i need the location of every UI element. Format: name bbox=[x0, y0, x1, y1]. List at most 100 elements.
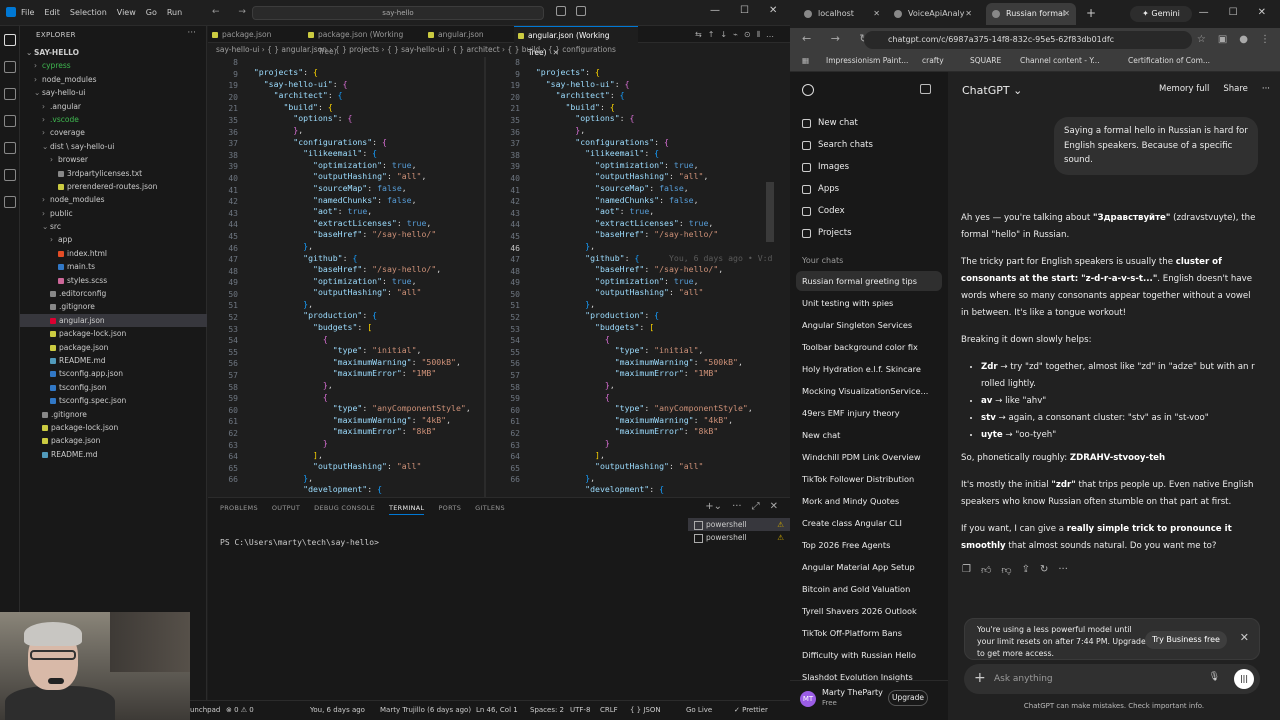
terminal-prompt[interactable]: PS C:\Users\marty\tech\say-hello> bbox=[220, 538, 379, 547]
tree-item[interactable]: index.html bbox=[20, 247, 207, 260]
tree-item[interactable]: tsconfig.spec.json bbox=[20, 394, 207, 407]
maximize-icon[interactable]: ☐ bbox=[1229, 7, 1238, 18]
sidebar-apps[interactable]: Apps bbox=[800, 180, 839, 198]
browser-tab-voiceapi[interactable]: VoiceApiAnaly ✕ bbox=[888, 3, 978, 25]
minimize-icon[interactable]: — bbox=[710, 5, 720, 16]
panel-tab-ports[interactable]: PORTS bbox=[438, 504, 461, 515]
chat-history-item[interactable]: TikTok Off-Platform Bans bbox=[796, 623, 942, 643]
menu-item-run[interactable]: Run bbox=[167, 8, 182, 17]
more-options-icon[interactable]: ··· bbox=[1262, 84, 1270, 94]
menu-icon[interactable]: ⋮ bbox=[1260, 34, 1270, 45]
bookmark-item[interactable]: Channel content - Y... bbox=[1020, 56, 1100, 65]
add-attachment-icon[interactable]: + bbox=[974, 670, 986, 686]
tree-item[interactable]: ⌄ say-hello-ui bbox=[20, 86, 207, 99]
breadcrumb[interactable]: say-hello-ui › { } angular.json › { } pr… bbox=[208, 43, 790, 57]
nav-arrows-icon[interactable]: ← → bbox=[212, 7, 254, 17]
tree-item[interactable]: ⌄ dist \ say-hello-ui bbox=[20, 140, 207, 153]
status-errors[interactable]: ⊗ 0 ⚠ 0 bbox=[226, 706, 254, 714]
chat-history-item[interactable]: Difficulty with Russian Hello bbox=[796, 645, 942, 665]
profile-icon[interactable]: ● bbox=[1239, 34, 1248, 45]
panel-tab-problems[interactable]: PROBLEMS bbox=[220, 504, 258, 515]
chat-history-item[interactable]: Create class Angular CLI bbox=[796, 513, 942, 533]
bookmark-item[interactable]: SQUARE bbox=[970, 56, 1001, 65]
thumbs-up-icon[interactable]: 👍︎ bbox=[981, 564, 991, 576]
status-language[interactable]: { } JSON bbox=[630, 706, 661, 714]
close-icon[interactable]: ✕ bbox=[1258, 7, 1266, 18]
tree-item[interactable]: › node_modules bbox=[20, 193, 207, 206]
tree-item[interactable]: angular.json bbox=[20, 313, 207, 328]
share-icon[interactable]: ⇪ bbox=[1022, 564, 1030, 576]
tree-item[interactable]: package.json bbox=[20, 341, 207, 354]
tree-item[interactable]: package-lock.json bbox=[20, 421, 207, 434]
command-search[interactable]: say-hello bbox=[252, 6, 544, 20]
chat-history-item[interactable]: Top 2026 Free Agents bbox=[796, 535, 942, 555]
new-tab-icon[interactable]: + bbox=[1086, 6, 1096, 20]
status-encoding[interactable]: UTF-8 bbox=[570, 706, 590, 714]
tab-2[interactable]: angular.json bbox=[424, 26, 514, 43]
chat-history-item[interactable]: New chat bbox=[796, 425, 942, 445]
tree-item[interactable]: › browser bbox=[20, 153, 207, 166]
more-icon[interactable]: ··· bbox=[732, 501, 742, 512]
tree-item[interactable]: package.json bbox=[20, 434, 207, 447]
tree-item[interactable]: .gitignore bbox=[20, 300, 207, 313]
copy-icon[interactable]: ❐ bbox=[962, 564, 971, 576]
sidebar-icon[interactable]: ▣ bbox=[1218, 34, 1227, 45]
bookmark-item[interactable]: Impressionism Paint... bbox=[826, 56, 908, 65]
chat-history-item[interactable]: TikTok Follower Distribution bbox=[796, 469, 942, 489]
chat-history-item[interactable]: Russian formal greeting tips bbox=[796, 271, 942, 291]
more-actions-icon[interactable]: ··· bbox=[187, 28, 196, 38]
status-prettier[interactable]: ✓ Prettier bbox=[734, 706, 768, 714]
source-control-icon[interactable] bbox=[3, 88, 16, 100]
tree-item[interactable]: README.md bbox=[20, 448, 207, 461]
voice-mode-icon[interactable]: ||| bbox=[1234, 669, 1254, 689]
menu-item-go[interactable]: Go bbox=[146, 8, 157, 17]
try-business-button[interactable]: Try Business free bbox=[1145, 631, 1227, 649]
explorer-icon[interactable] bbox=[3, 34, 16, 46]
thumbs-down-icon[interactable]: 👎︎ bbox=[1001, 564, 1011, 576]
status-author[interactable]: Marty Trujillo (6 days ago) bbox=[380, 706, 471, 714]
copilot-icon[interactable] bbox=[556, 6, 566, 16]
tree-item[interactable]: 3rdpartylicenses.txt bbox=[20, 167, 207, 180]
panel-tab-debug-console[interactable]: DEBUG CONSOLE bbox=[314, 504, 375, 515]
panel-tab-gitlens[interactable]: GITLENS bbox=[475, 504, 505, 515]
sidebar-search-chats[interactable]: Search chats bbox=[800, 136, 873, 154]
tree-item[interactable]: › node_modules bbox=[20, 73, 207, 86]
menu-item-view[interactable]: View bbox=[117, 8, 136, 17]
browser-tab-russian[interactable]: Russian formal ✕ bbox=[986, 3, 1076, 25]
url-field[interactable]: chatgpt.com/c/6987a375-14f8-832c-95e5-62… bbox=[864, 31, 1192, 49]
gemini-button[interactable]: ✦ Gemini bbox=[1130, 6, 1192, 22]
terminal-instance[interactable]: powershell ⚠ bbox=[688, 531, 790, 544]
tree-item[interactable]: styles.scss bbox=[20, 274, 207, 287]
chat-history-item[interactable]: Angular Material App Setup bbox=[796, 557, 942, 577]
chat-history-item[interactable]: Angular Singleton Services bbox=[796, 315, 942, 335]
tree-item[interactable]: README.md bbox=[20, 354, 207, 367]
chat-history-item[interactable]: Tyrell Shavers 2026 Outlook bbox=[796, 601, 942, 621]
tree-item[interactable]: › coverage bbox=[20, 126, 207, 139]
remote-icon[interactable] bbox=[3, 169, 16, 181]
apps-icon[interactable]: ▦ bbox=[802, 56, 809, 65]
menu-item-selection[interactable]: Selection bbox=[70, 8, 107, 17]
diff-divider[interactable] bbox=[484, 57, 486, 497]
prompt-input[interactable] bbox=[994, 672, 1174, 686]
new-terminal-icon[interactable]: +⌄ bbox=[705, 501, 722, 512]
close-tab-icon[interactable]: ✕ bbox=[873, 3, 880, 25]
more-icon[interactable]: ··· bbox=[1058, 564, 1068, 576]
status-golive[interactable]: Go Live bbox=[686, 706, 712, 714]
tree-item[interactable]: › cypress bbox=[20, 59, 207, 72]
status-eol[interactable]: CRLF bbox=[600, 706, 618, 714]
sidebar-codex[interactable]: Codex bbox=[800, 202, 845, 220]
chat-history-item[interactable]: Mork and Mindy Quotes bbox=[796, 491, 942, 511]
menu-item-edit[interactable]: Edit bbox=[44, 8, 60, 17]
close-sidebar-icon[interactable] bbox=[920, 84, 931, 94]
minimize-icon[interactable]: — bbox=[1199, 7, 1209, 18]
chat-history-item[interactable]: Holy Hydration e.l.f. Skincare bbox=[796, 359, 942, 379]
bookmark-item[interactable]: crafty bbox=[922, 56, 944, 65]
diff-pane-right[interactable]: 8 9 19 20 21 35 36 37 38 39 40 41 42 43 44 45 46 47 48 49 50… bbox=[490, 57, 780, 497]
scrollbar[interactable] bbox=[766, 182, 774, 242]
close-tab-icon[interactable]: ✕ bbox=[965, 3, 972, 25]
status-position[interactable]: Ln 46, Col 1 bbox=[476, 706, 518, 714]
tree-item[interactable]: › .vscode bbox=[20, 113, 207, 126]
tree-item[interactable]: .editorconfig bbox=[20, 287, 207, 300]
tab-1[interactable]: package.json (Working Tree) bbox=[304, 26, 424, 56]
user-profile[interactable]: MT Marty TheParty Free Upgrade bbox=[790, 680, 948, 720]
